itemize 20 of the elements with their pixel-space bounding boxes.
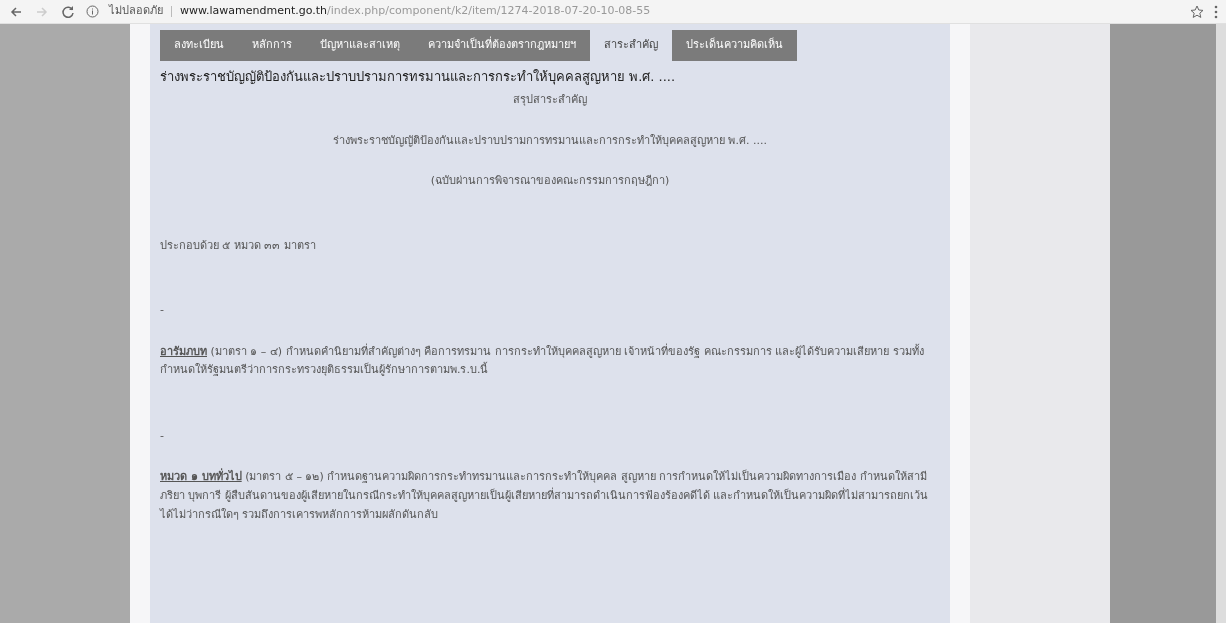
tab[interactable]: หลักการ [238, 30, 306, 61]
tab[interactable]: ประเด็นความคิดเห็น [672, 30, 797, 61]
tab[interactable]: ปัญหาและสาเหตุ [306, 30, 414, 61]
version-note: (ฉบับผ่านการพิจารณาของคณะกรรมการกฤษฎีกา) [429, 173, 671, 189]
menu-icon[interactable] [1214, 4, 1218, 19]
bullet-text: - [160, 302, 165, 318]
info-icon[interactable] [86, 5, 99, 18]
tab[interactable]: ความจำเป็นที่ต้องตรากฎหมายฯ [414, 30, 590, 61]
scrollbar[interactable] [1216, 24, 1226, 623]
article-title: ร่างพระราชบัญญัติป้องกันและปราบปรามการทรมานและการกระทำให้บุคคลสูญหาย พ.ศ. .... [160, 67, 677, 86]
summary-heading: สรุปสาระสำคัญ [512, 92, 588, 108]
bullet-text: - [160, 427, 165, 444]
section-paragraph: หมวด ๑ บททั่วไป (มาตรา ๕ – ๑๒) กำหนดฐานความผิดการกระทำทรมานและการกระทำให้บุคคล สูญหาย การกำหนดให้ไม่เป็นความผิดทางการเมือง กำหนดให้สามี ภริยา บุพการี ผู้สืบสันดานของผู้เสียหายในกรณีกระทำให้บุคคลสูญหายเป็นผู้เสียหายที่สามารถดำเนินการฟ้องร้องคดีได้ และกำหนดให้เป็นความผิดที่ไม่สามารถยกเว้นได้ไม่ว่ากรณีใดๆ รวมถึงการเคารพหลักการห้ามผลักดันกลับ [160, 468, 930, 523]
tab[interactable]: ลงทะเบียน [160, 30, 238, 61]
law-name: ร่างพระราชบัญญัติป้องกันและปราบปรามการทรมานและการกระทำให้บุคคลสูญหาย พ.ศ. .... [332, 132, 768, 149]
tab[interactable]: สาระสำคัญ [590, 30, 672, 61]
star-icon[interactable] [1190, 4, 1204, 19]
composition-text: ประกอบด้วย ๕ หมวด ๓๓ มาตรา [160, 237, 317, 254]
address-bar[interactable]: ไม่ปลอดภัย www.lawamendment.go.th/index.php/component/k2/item/1274-2018-07-20-10-08-55 [109, 3, 1180, 20]
section-paragraph: อารัมภบท (มาตรา ๑ – ๔) กำหนดคำนิยามที่สำคัญต่างๆ คือการทรมาน การกระทำให้บุคคลสูญหาย เจ้าหน้าที่ของรัฐ คณะกรรมการ และผู้ได้รับความเสียหาย รวมทั้งกำหนดให้รัฐมนตรีว่าการกระทรวงยุติธรรมเป็นผู้รักษาการตามพ.ร.บ.นี้ [160, 342, 925, 379]
